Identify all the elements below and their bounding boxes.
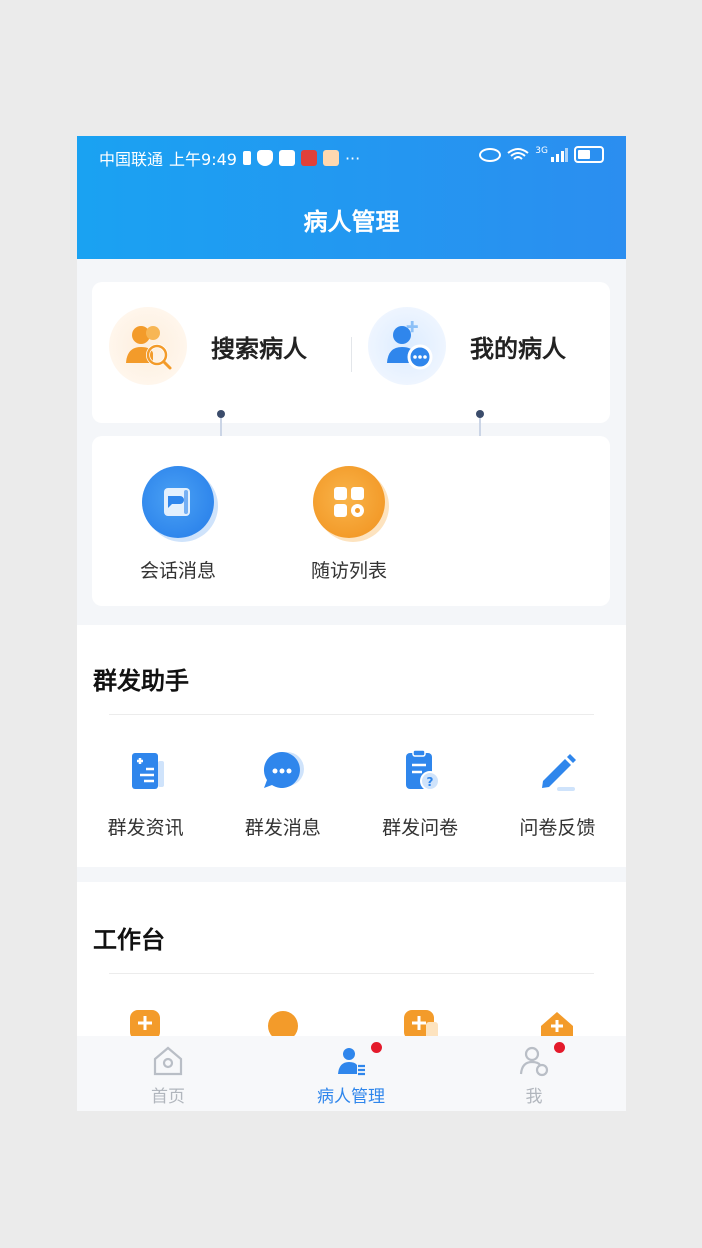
message-card: 会话消息 随访列表 [92,436,610,606]
divider [109,973,594,974]
divider [109,714,594,715]
mass-questionnaire-button[interactable]: ? 群发问卷 [352,747,489,840]
bottom-tab-bar: 首页 病人管理 我 [77,1036,626,1111]
tab-patient-management[interactable]: 病人管理 [291,1042,411,1107]
svg-text:?: ? [427,775,434,789]
profile-icon [517,1042,565,1078]
battery-icon [574,146,604,163]
my-patients-icon [368,307,446,385]
conversation-button[interactable]: 会话消息 [118,466,238,583]
clipboard-question-icon: ? [396,747,444,795]
my-patients-button[interactable]: 我的病人 [368,307,566,385]
search-patient-icon [109,307,187,385]
chat-bubble-icon [259,747,307,795]
more-notifications-text: ··· [344,148,361,168]
search-patient-label: 搜索病人 [211,334,307,363]
mass-questionnaire-label: 群发问卷 [382,817,459,839]
carrier-text: 中国联通 [99,150,164,169]
tab-patient-management-label: 病人管理 [317,1087,385,1107]
pencil-icon [533,747,581,795]
section-title: 工作台 [93,926,165,954]
mass-news-label: 群发资讯 [107,817,184,839]
patient-management-icon [334,1042,382,1078]
mass-assistant-section: 群发助手 群发资讯 群发消息 ? 群发问卷 问卷反馈 [77,625,626,867]
questionnaire-feedback-button[interactable]: 问卷反馈 [489,747,626,840]
mass-message-button[interactable]: 群发消息 [214,747,351,840]
card-connector-dot [217,410,225,418]
wifi-icon [507,147,529,160]
conversation-label: 会话消息 [139,560,216,582]
mass-message-label: 群发消息 [244,817,321,839]
section-title: 群发助手 [93,667,189,695]
time-text: 上午9:49 [169,150,237,169]
phone-screen: 中国联通 上午9:49 ··· 3G 病人管理 搜索病人 我的病人 会话消息 随… [77,136,626,1111]
app-notification-icon [322,150,339,166]
tab-me-label: 我 [525,1087,543,1107]
my-patients-label: 我的病人 [470,334,566,363]
followup-list-icon [313,466,385,538]
followup-list-label: 随访列表 [310,560,387,582]
notification-badge [554,1042,565,1053]
app-notification-icon [300,150,317,166]
search-patient-button[interactable]: 搜索病人 [109,307,307,385]
questionnaire-feedback-label: 问卷反馈 [519,817,596,839]
followup-list-button[interactable]: 随访列表 [289,466,409,583]
eye-icon [479,147,502,162]
tab-home[interactable]: 首页 [108,1044,228,1107]
quick-entry-card: 搜索病人 我的病人 [92,282,610,423]
tab-home-label: 首页 [151,1087,185,1107]
status-bar: 中国联通 上午9:49 ··· 3G [77,136,626,174]
card-connector-dot [476,410,484,418]
notification-badge [371,1042,382,1053]
signal-icon [551,147,568,162]
tab-me[interactable]: 我 [474,1042,594,1107]
mass-news-button[interactable]: 群发资讯 [77,747,214,840]
shield-icon [256,150,273,166]
page-title: 病人管理 [303,208,400,236]
workbench-section: 工作台 [77,882,626,1042]
network-type-text: 3G [535,145,548,156]
app-header: 中国联通 上午9:49 ··· 3G 病人管理 [77,136,626,259]
divider [351,337,352,372]
battery-saver-icon [242,151,251,165]
home-icon [151,1044,185,1078]
app-notification-icon [278,150,295,166]
document-list-icon [122,747,170,795]
conversation-icon [142,466,214,538]
